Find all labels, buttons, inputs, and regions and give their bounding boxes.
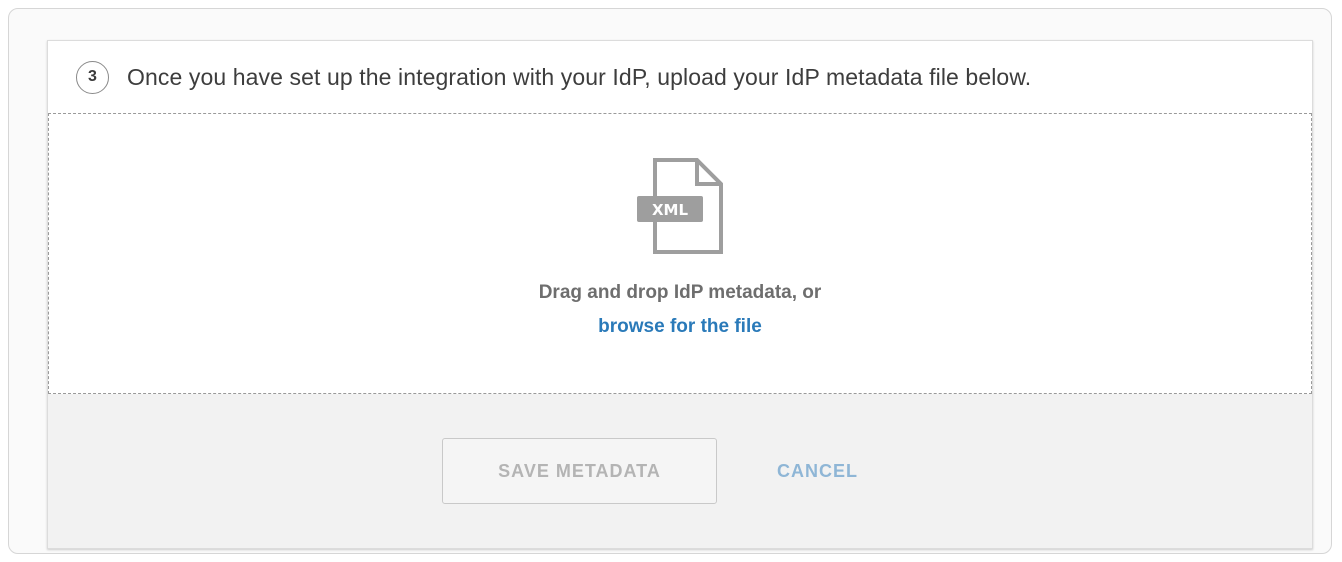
browse-file-link[interactable]: browse for the file [598, 316, 762, 338]
dropzone-prompt: Drag and drop IdP metadata, or [538, 282, 822, 303]
xml-icon-label: XML [652, 201, 688, 219]
step-instruction: Once you have set up the integration wit… [127, 63, 1032, 90]
upload-card: 3 Once you have set up the integration w… [47, 40, 1313, 549]
step-number-badge: 3 [76, 60, 109, 94]
action-footer: SAVE METADATA CANCEL [48, 394, 1312, 548]
metadata-dropzone[interactable]: XML Drag and drop IdP metadata, or brows… [48, 113, 1312, 394]
xml-file-icon: XML [635, 158, 725, 254]
panel-frame: 3 Once you have set up the integration w… [8, 8, 1332, 554]
step-header: 3 Once you have set up the integration w… [48, 41, 1312, 113]
cancel-button[interactable]: CANCEL [777, 461, 858, 482]
save-metadata-button[interactable]: SAVE METADATA [442, 438, 717, 504]
